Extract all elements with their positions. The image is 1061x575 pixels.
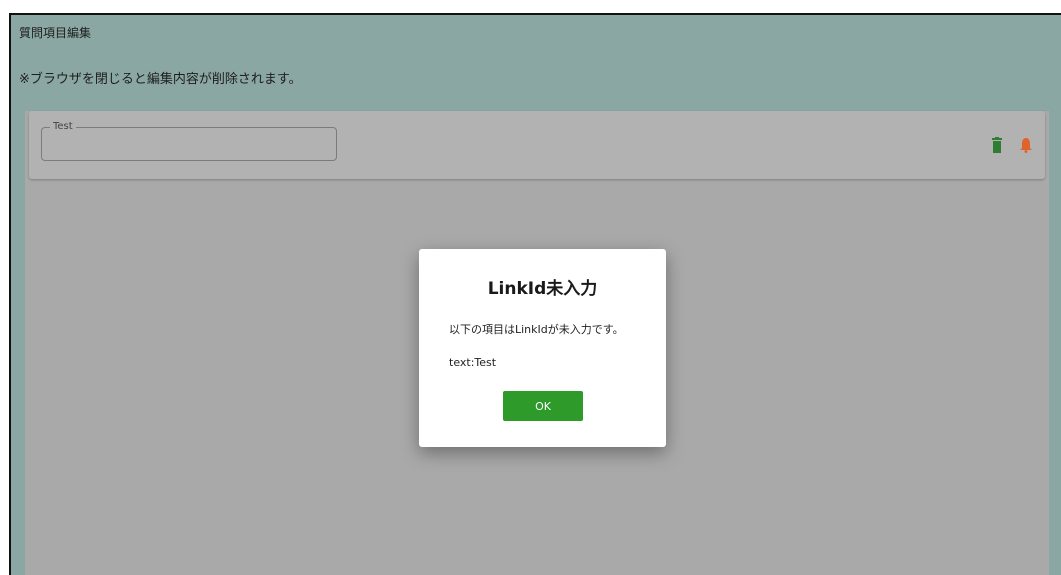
page-notice: ※ブラウザを閉じると編集内容が削除されます。 (19, 72, 302, 87)
dialog-message: 以下の項目はLinkIdが未入力です。 (449, 323, 624, 336)
ok-button[interactable]: OK (503, 391, 583, 421)
bell-icon[interactable] (1019, 137, 1033, 153)
question-card: Test (29, 111, 1045, 179)
linkid-missing-dialog: LinkId未入力 以下の項目はLinkIdが未入力です。 text:Test … (419, 249, 666, 447)
card-actions (991, 137, 1033, 153)
trash-icon[interactable] (991, 137, 1005, 153)
page-title: 質問項目編集 (19, 26, 92, 40)
text-field[interactable]: Test (41, 120, 337, 161)
dialog-title: LinkId未入力 (487, 279, 598, 299)
text-field-label: Test (50, 120, 76, 134)
dialog-item: text:Test (449, 356, 497, 369)
